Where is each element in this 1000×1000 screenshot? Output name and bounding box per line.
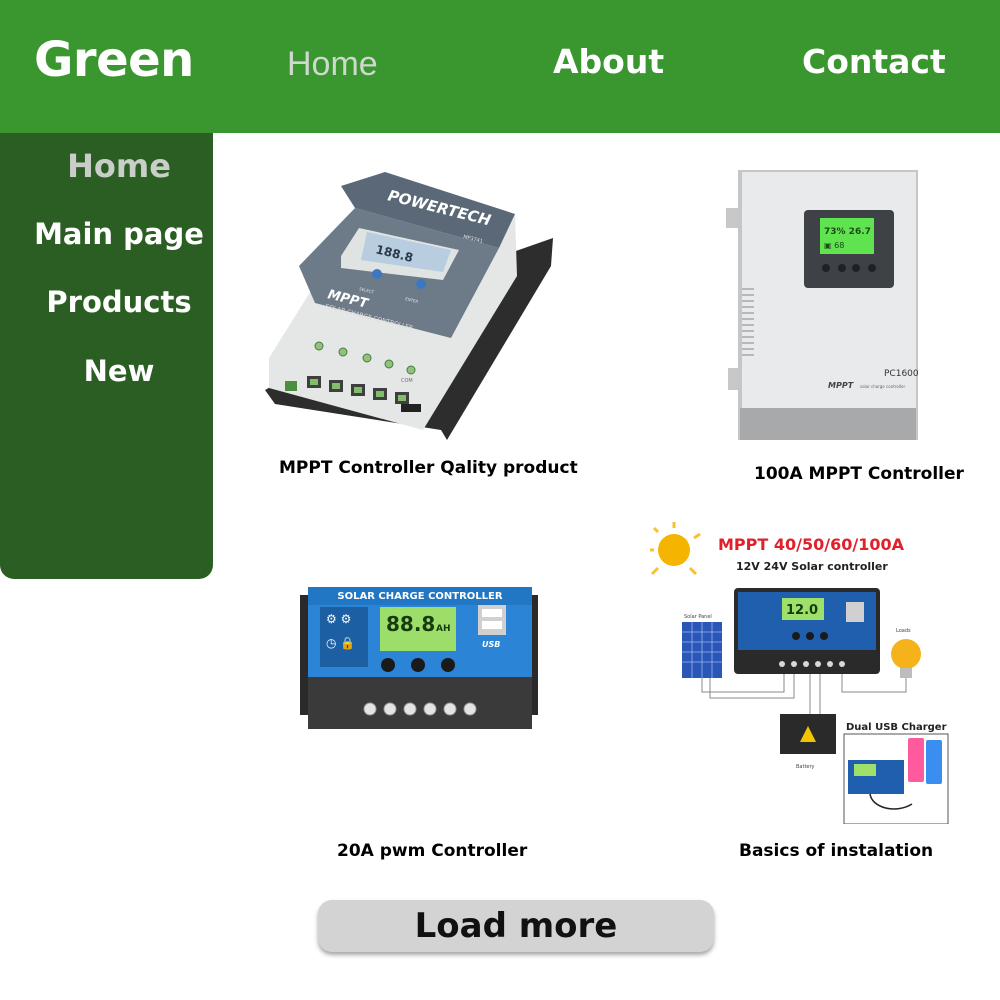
com-port-label: COM xyxy=(401,378,413,384)
panel-title: SOLAR CHARGE CONTROLLER xyxy=(337,591,502,602)
nav-home[interactable]: Home xyxy=(287,45,378,84)
product-image-installation-diagram[interactable]: MPPT 40/50/60/100A 12V 24V Solar control… xyxy=(648,518,950,825)
lcd-value: 88.8 xyxy=(386,612,435,636)
nav-about[interactable]: About xyxy=(553,42,664,81)
product-image-powertech-mppt[interactable]: POWERTECH MP3741 188.8 SELECT ENTER MPPT… xyxy=(255,168,555,448)
solar-panel-label: Solar Panel xyxy=(684,614,712,620)
svg-text:◷ 🔒: ◷ 🔒 xyxy=(326,636,355,650)
brand-logo[interactable]: Green xyxy=(34,32,194,88)
sidebar-item-main-page[interactable]: Main page xyxy=(0,217,238,251)
battery-label: Battery xyxy=(796,764,815,770)
product-caption: MPPT Controller Qality product xyxy=(279,458,578,478)
load-more-button[interactable]: Load more xyxy=(318,900,714,952)
diagram-headline: MPPT 40/50/60/100A xyxy=(718,535,905,554)
nav-contact[interactable]: Contact xyxy=(802,42,946,81)
sidebar: Home Main page Products New xyxy=(0,133,213,579)
svg-text:▣ 68: ▣ 68 xyxy=(824,241,844,250)
product-image-100a-mppt[interactable]: 73% 26.7 ▣ 68 PC1600 MPPT solar charge c… xyxy=(726,168,926,448)
sidebar-item-products[interactable]: Products xyxy=(0,285,238,319)
usb-charger-label: Dual USB Charger xyxy=(846,722,947,733)
lcd-value: 12.0 xyxy=(786,603,818,618)
lcd-unit: AH xyxy=(436,624,451,634)
product-caption: Basics of instalation xyxy=(739,841,934,861)
product-caption: 20A pwm Controller xyxy=(337,841,528,861)
sidebar-item-new[interactable]: New xyxy=(0,354,238,388)
subtitle-label: solar charge controller xyxy=(860,384,905,389)
sidebar-item-home[interactable]: Home xyxy=(0,147,238,185)
model-label: PC1600 xyxy=(884,369,919,379)
mppt-label: MPPT xyxy=(828,381,854,390)
product-caption: 100A MPPT Controller xyxy=(754,464,964,484)
top-nav-bar: Green Home About Contact xyxy=(0,0,1000,133)
svg-text:⚙ ⚙: ⚙ ⚙ xyxy=(326,612,351,626)
svg-text:73% 26.7: 73% 26.7 xyxy=(824,227,871,237)
diagram-subline: 12V 24V Solar controller xyxy=(736,560,888,573)
usb-label: USB xyxy=(482,640,500,649)
product-image-20a-pwm[interactable]: SOLAR CHARGE CONTROLLER ⚙ ⚙ ◷ 🔒 88.8 AH … xyxy=(300,585,540,735)
loads-label: Loads xyxy=(896,628,911,634)
